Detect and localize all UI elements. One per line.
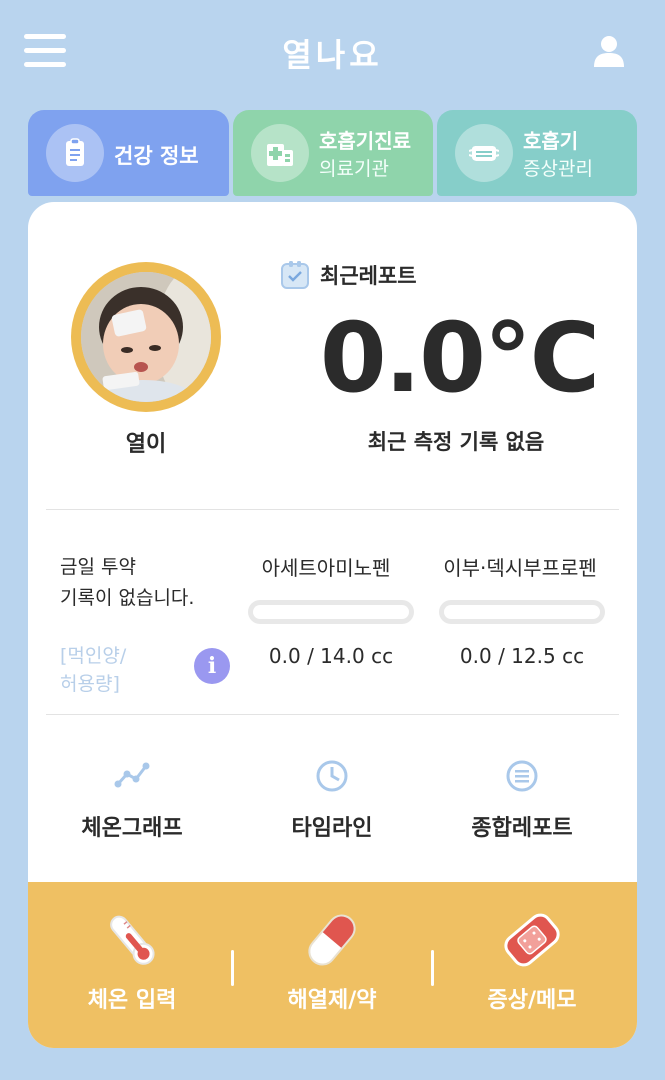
tab-respiratory-symptom[interactable]: 호흡기 증상관리	[437, 110, 637, 196]
temperature-graph-button[interactable]: 체온그래프	[42, 758, 222, 848]
info-icon[interactable]: i	[194, 648, 230, 684]
graph-icon	[114, 762, 150, 788]
tab-symptom-subtitle: 증상관리	[523, 158, 593, 180]
clipboard-icon	[46, 124, 104, 182]
fever-medicine-label: 해열제/약	[287, 988, 377, 1013]
symptom-memo-button[interactable]: 증상/메모	[432, 882, 632, 1048]
top-bar: 열나요	[0, 0, 665, 105]
timeline-label: 타임라인	[291, 816, 373, 841]
tab-health-label: 건강 정보	[114, 144, 199, 168]
quick-action-bar: 체온 입력 해열제/약 증상/메모	[28, 882, 637, 1048]
dosage-progress-bar	[248, 600, 414, 624]
dosage-note-line1: [먹인양/	[60, 645, 127, 667]
medication-empty-line1: 금일 투약	[60, 556, 136, 578]
medication-empty-message: 금일 투약 기록이 없습니다.	[60, 552, 194, 614]
list-icon	[506, 760, 538, 792]
tab-clinic-title: 호흡기진료	[319, 129, 411, 153]
baby-photo	[81, 272, 211, 402]
tab-respiratory-clinic[interactable]: 호흡기진료 의료기관	[233, 110, 433, 196]
measurement-status: 최근 측정 기록 없음	[367, 430, 545, 454]
temperature-graph-label: 체온그래프	[81, 816, 183, 841]
med-name-ibuprofen: 이부·덱시부프로펜	[443, 556, 597, 580]
mask-icon	[455, 124, 513, 182]
user-icon[interactable]	[592, 34, 626, 68]
tab-symptom-title: 호흡기	[523, 129, 579, 153]
temperature-input-label: 체온 입력	[87, 988, 177, 1013]
clock-icon	[316, 760, 348, 792]
dosage-progress-bar	[439, 600, 605, 624]
medication-empty-line2: 기록이 없습니다.	[60, 587, 195, 609]
timeline-button[interactable]: 타임라인	[242, 758, 422, 848]
hospital-icon	[251, 124, 309, 182]
fever-medicine-button[interactable]: 해열제/약	[232, 882, 432, 1048]
divider	[46, 509, 619, 510]
full-report-label: 종합레포트	[471, 816, 573, 841]
main-card: 열이 최근레포트 0.0℃ 최근 측정 기록 없음 금일 투약 기록이 없습니다…	[28, 202, 637, 1048]
med-amount-acetaminophen: 0.0 / 14.0 cc	[268, 644, 394, 668]
pill-icon	[308, 914, 356, 966]
thermometer-icon	[110, 915, 155, 965]
tab-health-info[interactable]: 건강 정보	[28, 110, 229, 196]
tab-clinic-subtitle: 의료기관	[319, 158, 389, 180]
symptom-memo-label: 증상/메모	[487, 988, 577, 1013]
full-report-button[interactable]: 종합레포트	[432, 758, 612, 848]
recent-report-label: 최근레포트	[320, 264, 417, 288]
dosage-note-line2: 허용량]	[60, 673, 120, 695]
child-name: 열이	[125, 432, 167, 457]
bandage-icon	[504, 913, 560, 967]
med-name-acetaminophen: 아세트아미노펜	[261, 556, 391, 580]
med-amount-ibuprofen: 0.0 / 12.5 cc	[459, 644, 585, 668]
avatar[interactable]	[71, 262, 221, 412]
app-title: 열나요	[282, 36, 383, 74]
latest-temperature: 0.0℃	[319, 302, 600, 414]
report-check-icon	[281, 261, 309, 289]
temperature-input-button[interactable]: 체온 입력	[32, 882, 232, 1048]
dosage-note: [먹인양/ 허용량]	[60, 642, 126, 698]
tab-bar: 건강 정보 호흡기진료 의료기관 호흡기 증상관리	[28, 110, 637, 196]
divider	[46, 714, 619, 715]
